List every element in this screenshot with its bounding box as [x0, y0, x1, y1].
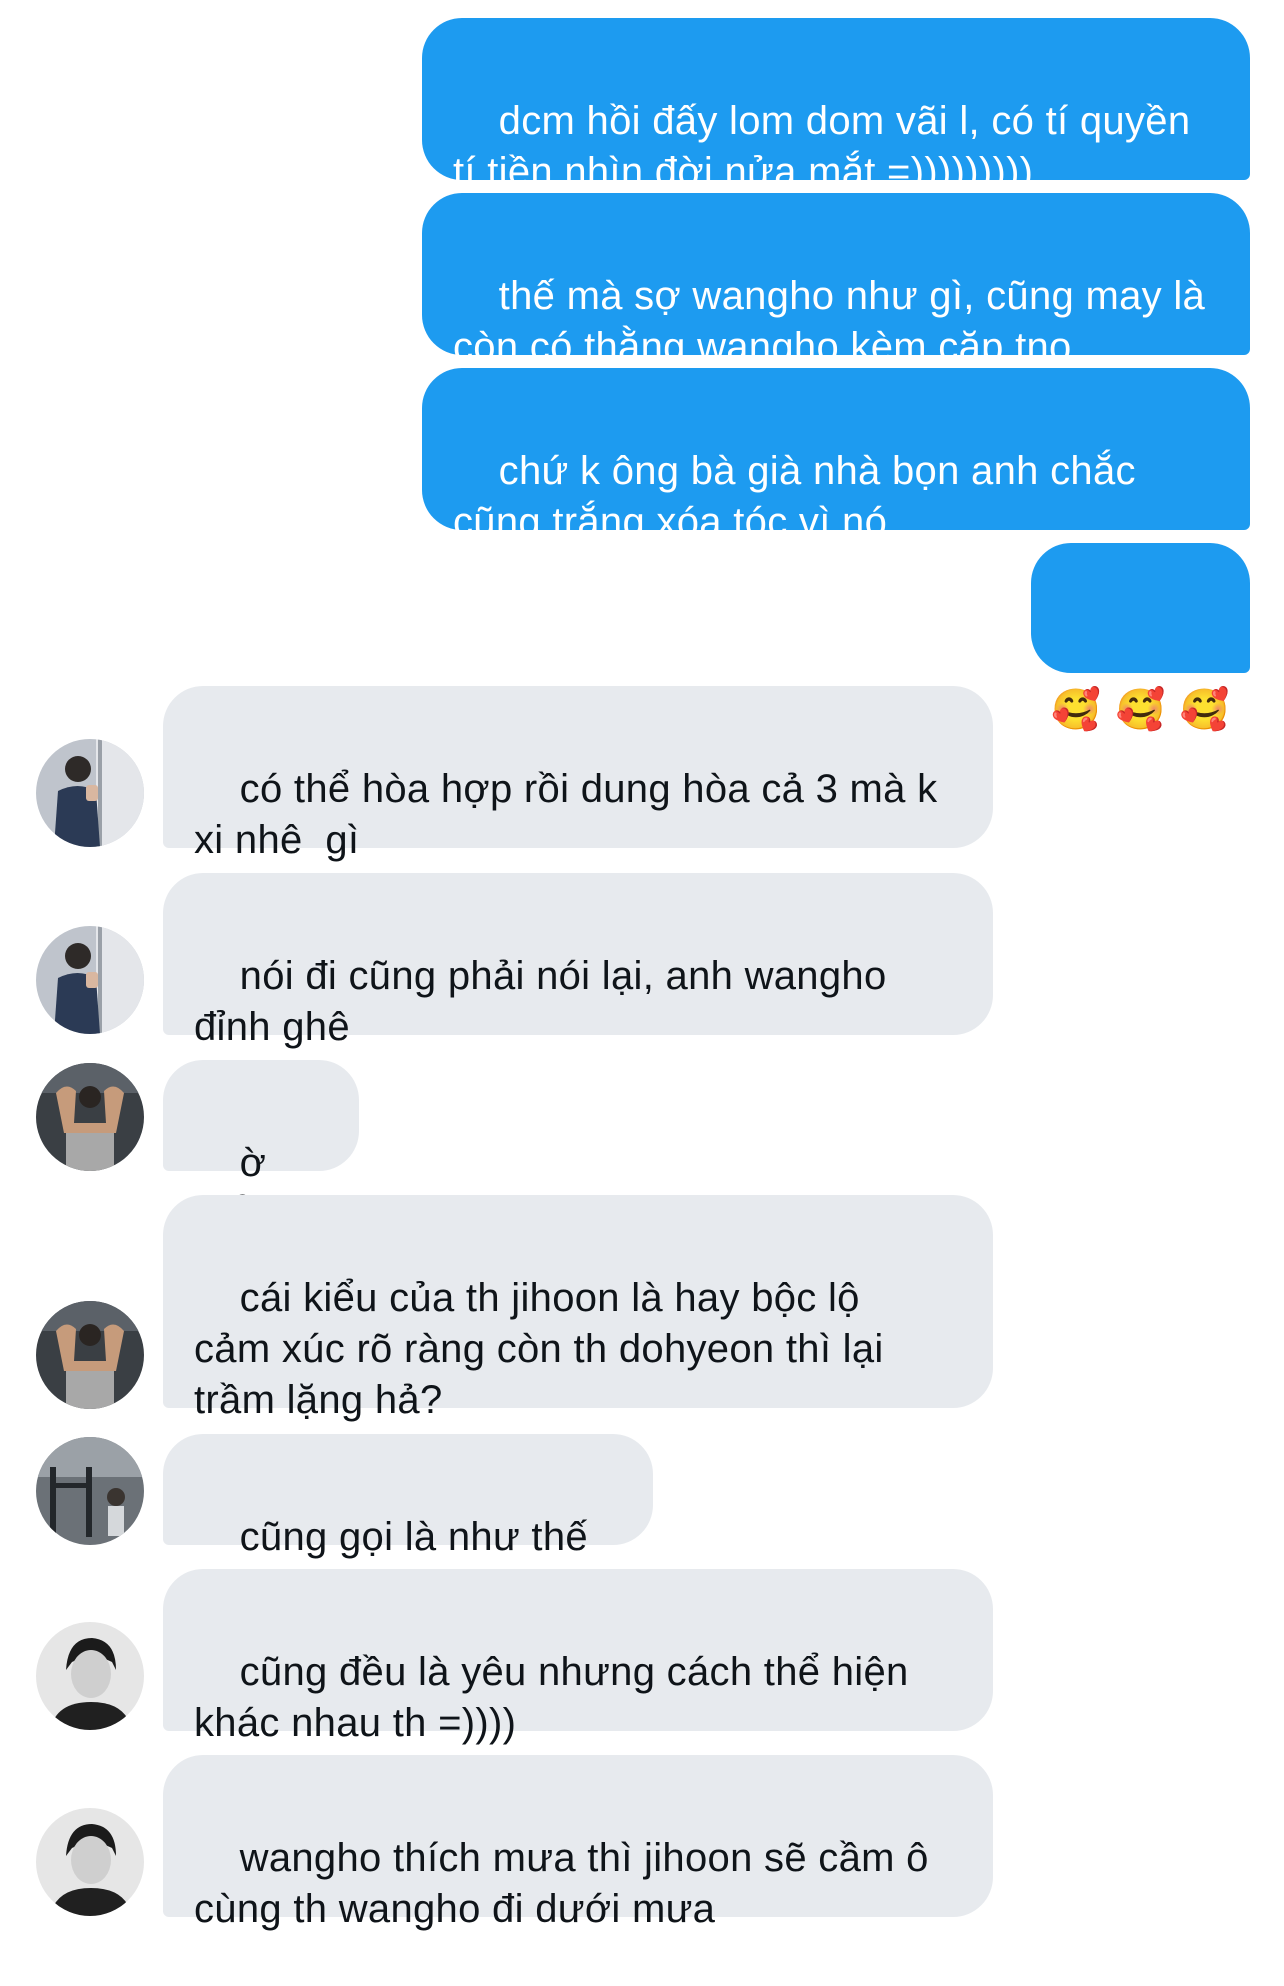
incoming-message[interactable]: cái kiểu của th jihoon là hay bộc lộ cảm…: [163, 1195, 993, 1422]
incoming-message[interactable]: có thể hòa hợp rồi dung hòa cả 3 mà k xi…: [163, 686, 993, 862]
outgoing-emoji-message[interactable]: 🥰 🥰 🥰: [1031, 543, 1250, 732]
incoming-message[interactable]: ờ hiểu: [163, 1060, 359, 1236]
incoming-message[interactable]: cũng đều là yêu nhưng cách thể hiện khác…: [163, 1569, 993, 1745]
message-text: chứ k ông bà già nhà bọn anh chắc cũng t…: [453, 449, 1136, 544]
profile-photo-gym-interior: [36, 1437, 144, 1545]
message-text: cũng đều là yêu nhưng cách thể hiện khác…: [194, 1650, 909, 1745]
incoming-message[interactable]: wangho thích mưa thì jihoon sẽ cầm ô cùn…: [163, 1755, 993, 1931]
avatar[interactable]: [36, 926, 144, 1034]
smiling-face-with-hearts-icon: 🥰: [1051, 687, 1102, 732]
message-text: cái kiểu của th jihoon là hay bộc lộ cảm…: [194, 1276, 884, 1422]
profile-photo-shirtless-gym: [36, 1301, 144, 1409]
smiling-face-with-hearts-icon: 🥰: [1115, 687, 1166, 732]
message-text: nói đi cũng phải nói lại, anh wangho đỉn…: [194, 954, 887, 1049]
outgoing-message[interactable]: chứ k ông bà già nhà bọn anh chắc cũng t…: [422, 368, 1250, 544]
incoming-message[interactable]: cũng gọi là như thế đi: [163, 1434, 653, 1610]
avatar[interactable]: [36, 1301, 144, 1409]
avatar[interactable]: [36, 1808, 144, 1916]
profile-photo-young-man-bw: [36, 1622, 144, 1730]
smiling-face-with-hearts-icon: 🥰: [1179, 687, 1230, 732]
profile-photo-young-man-bw: [36, 1808, 144, 1916]
profile-photo-shirtless-gym: [36, 1063, 144, 1171]
profile-photo-person-at-door: [36, 739, 144, 847]
message-text: thế mà sợ wangho như gì, cũng may là còn…: [453, 274, 1206, 369]
avatar[interactable]: [36, 1622, 144, 1730]
incoming-message[interactable]: nói đi cũng phải nói lại, anh wangho đỉn…: [163, 873, 993, 1049]
dm-conversation-thread: dcm hồi đấy lom dom vãi l, có tí quyền t…: [0, 0, 1284, 1931]
outgoing-message[interactable]: thế mà sợ wangho như gì, cũng may là còn…: [422, 193, 1250, 369]
emoji-row: 🥰 🥰 🥰: [1031, 645, 1250, 775]
outgoing-message[interactable]: dcm hồi đấy lom dom vãi l, có tí quyền t…: [422, 18, 1250, 194]
message-text: có thể hòa hợp rồi dung hòa cả 3 mà k xi…: [194, 767, 938, 862]
avatar[interactable]: [36, 1437, 144, 1545]
message-text: dcm hồi đấy lom dom vãi l, có tí quyền t…: [453, 99, 1191, 194]
avatar[interactable]: [36, 1063, 144, 1171]
avatar[interactable]: [36, 739, 144, 847]
profile-photo-person-at-door: [36, 926, 144, 1034]
